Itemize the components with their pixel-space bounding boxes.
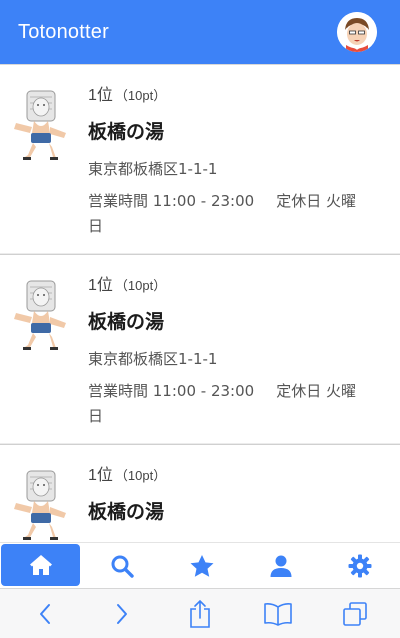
bookmarks-button[interactable] — [258, 594, 298, 634]
rank-label: 1位 — [88, 277, 113, 294]
share-button[interactable] — [180, 594, 220, 634]
gear-icon — [348, 554, 372, 577]
sauna-mascot-icon — [14, 470, 66, 540]
tab-home[interactable] — [1, 544, 81, 586]
address: 東京都板橋区1-1-1 — [88, 160, 218, 178]
opening-hours: 営業時間 11:00 - 23:00 — [88, 192, 255, 210]
bottom-tab-bar — [0, 542, 400, 588]
list-item[interactable]: 1位 （10pt） 板橋の湯 — [0, 444, 400, 542]
sauna-mascot-icon — [14, 90, 66, 160]
browser-toolbar — [0, 588, 400, 638]
tab-settings[interactable] — [321, 543, 400, 588]
tabs-icon — [343, 601, 367, 626]
app-header: Totonotter — [0, 0, 400, 64]
rank-label: 1位 — [88, 467, 113, 484]
facility-name: 板橋の湯 — [88, 501, 165, 523]
tab-favorites[interactable] — [162, 543, 241, 588]
forward-button[interactable] — [102, 594, 142, 634]
app-title: Totonotter — [18, 20, 109, 43]
user-icon — [270, 555, 292, 577]
rank-label: 1位 — [88, 87, 113, 104]
points-label: （10pt） — [114, 468, 167, 483]
tab-profile[interactable] — [241, 543, 320, 588]
tab-search[interactable] — [82, 543, 161, 588]
forward-icon — [117, 603, 128, 624]
home-icon — [29, 555, 52, 575]
search-icon — [111, 555, 134, 578]
points-label: （10pt） — [114, 88, 167, 103]
back-button[interactable] — [25, 594, 65, 634]
facility-name: 板橋の湯 — [88, 311, 165, 333]
star-icon — [190, 554, 214, 577]
list-item[interactable]: 1位 （10pt） 板橋の湯 東京都板橋区1-1-1 営業時間 11:00 - 2… — [0, 254, 400, 444]
tabs-button[interactable] — [335, 594, 375, 634]
opening-hours: 営業時間 11:00 - 23:00 — [88, 382, 255, 400]
address: 東京都板橋区1-1-1 — [88, 350, 218, 368]
back-icon — [39, 603, 50, 624]
ranking-list: 1位 （10pt） 板橋の湯 東京都板橋区1-1-1 営業時間 11:00 - 2… — [0, 64, 400, 542]
user-avatar-icon[interactable] — [337, 12, 377, 52]
points-label: （10pt） — [114, 278, 167, 293]
list-item[interactable]: 1位 （10pt） 板橋の湯 東京都板橋区1-1-1 営業時間 11:00 - 2… — [0, 64, 400, 254]
sauna-mascot-icon — [14, 280, 66, 350]
facility-name: 板橋の湯 — [88, 121, 165, 143]
share-icon — [190, 599, 210, 628]
bookmarks-icon — [263, 602, 292, 626]
